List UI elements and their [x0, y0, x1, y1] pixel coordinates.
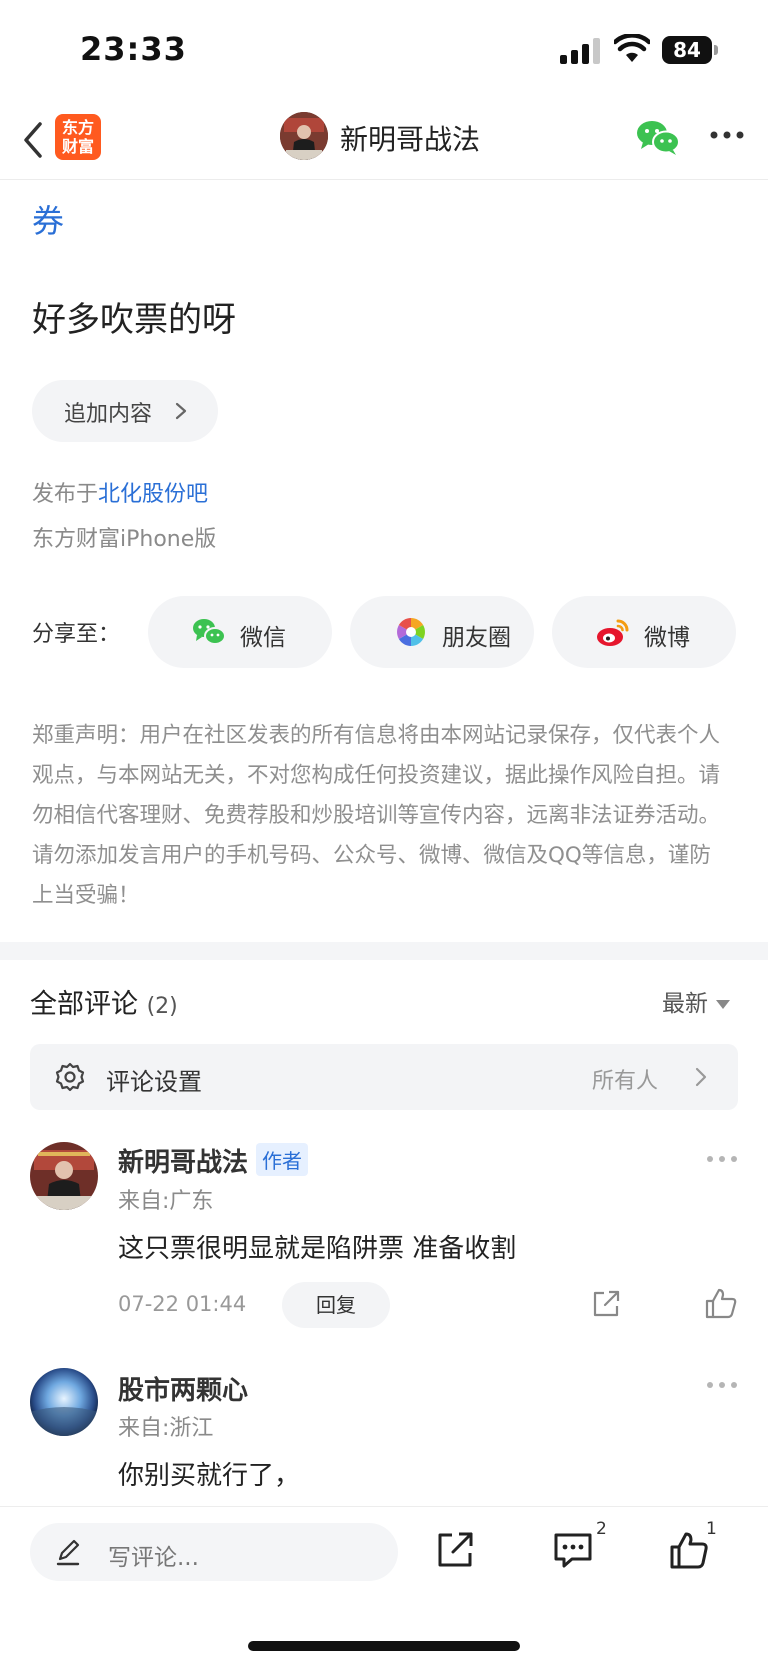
commenter-avatar[interactable] — [30, 1142, 98, 1210]
comment-text[interactable]: 这只票很明显就是陷阱票 准备收割 — [118, 1228, 516, 1265]
share-moments-label: 朋友圈 — [442, 625, 511, 651]
battery-level: 84 — [673, 38, 701, 62]
app-logo-line2: 财富 — [61, 137, 94, 156]
section-divider — [0, 942, 768, 960]
commenter-name-text: 新明哥战法 — [118, 1148, 249, 1178]
published-prefix: 发布于 — [32, 482, 99, 507]
battery-indicator: 84 — [662, 36, 718, 64]
thumbs-up-icon[interactable] — [704, 1286, 738, 1320]
share-moments-button[interactable]: 朋友圈 — [350, 596, 534, 668]
share-wechat-button[interactable]: 微信 — [148, 596, 332, 668]
comment-settings-row[interactable]: 评论设置 所有人 — [30, 1044, 738, 1110]
comment-compose-input[interactable]: 写评论... — [30, 1523, 398, 1581]
wifi-icon — [614, 34, 650, 62]
author-badge: 作者 — [256, 1143, 309, 1176]
commenter-name[interactable]: 新明哥战法 作者 — [118, 1142, 309, 1179]
avatar-illustration — [30, 1368, 98, 1436]
commenter-name[interactable]: 股市两颗心 — [118, 1370, 248, 1407]
cellular-signal-icon — [560, 38, 600, 64]
share-wechat-label: 微信 — [240, 625, 286, 651]
comment-more-icon[interactable] — [706, 1154, 738, 1164]
reply-button[interactable]: 回复 — [282, 1282, 390, 1328]
sort-value: 最新 — [662, 991, 708, 1017]
share-icon[interactable] — [434, 1529, 476, 1571]
compose-placeholder: 写评论... — [108, 1545, 199, 1571]
comment-settings-label: 评论设置 — [106, 1068, 202, 1096]
home-indicator — [248, 1641, 520, 1651]
comment-count-badge: 2 — [596, 1519, 607, 1539]
bottom-action-bar: 写评论... 2 1 — [0, 1506, 768, 1663]
pen-icon — [56, 1539, 80, 1566]
share-label: 分享至： — [32, 622, 121, 647]
status-time: 23:33 — [80, 30, 187, 68]
comment-icon[interactable] — [552, 1529, 594, 1571]
status-bar: 23:33 84 — [0, 0, 768, 100]
comment-more-icon[interactable] — [706, 1380, 738, 1390]
comments-heading-label: 全部评论 — [30, 989, 138, 1020]
commenter-location: 来自:广东 — [118, 1189, 214, 1214]
comment-text[interactable]: 你别买就行了， — [118, 1455, 300, 1492]
caret-down-icon — [716, 1000, 730, 1009]
share-icon[interactable] — [590, 1288, 622, 1320]
chevron-right-icon — [695, 1067, 707, 1087]
chevron-right-icon — [175, 402, 187, 420]
stock-bar-link[interactable]: 北化股份吧 — [98, 482, 208, 507]
nav-title: 新明哥战法 — [340, 123, 481, 156]
comment-settings-value: 所有人 — [592, 1069, 659, 1094]
author-avatar[interactable] — [280, 112, 328, 160]
commenter-location: 来自:浙江 — [118, 1416, 214, 1441]
share-weibo-button[interactable]: 微博 — [552, 596, 736, 668]
moments-icon — [397, 618, 425, 646]
disclaimer-text: 郑重声明：用户在社区发表的所有信息将由本网站记录保存，仅代表个人观点，与本网站无… — [32, 723, 721, 908]
wechat-icon[interactable] — [636, 118, 680, 156]
append-content-label: 追加内容 — [64, 402, 153, 427]
back-chevron-icon[interactable] — [18, 118, 48, 162]
app-logo[interactable]: 东方 财富 — [55, 114, 101, 160]
published-in: 发布于北化股份吧 — [32, 476, 208, 508]
comments-count: (2) — [146, 994, 178, 1019]
weibo-icon — [597, 619, 629, 646]
like-count-badge: 1 — [706, 1519, 717, 1539]
comments-heading: 全部评论 (2) — [30, 982, 178, 1021]
avatar-illustration — [30, 1142, 98, 1210]
gear-icon — [55, 1062, 85, 1092]
commenter-avatar[interactable] — [30, 1368, 98, 1436]
post-platform: 东方财富iPhone版 — [32, 527, 217, 552]
comment-time: 07-22 01:44 — [118, 1292, 247, 1316]
battery-cap — [714, 45, 718, 55]
avatar-illustration — [280, 112, 328, 160]
app-logo-line1: 东方 — [61, 118, 94, 137]
nav-bar: 东方 财富 新明哥战法 — [0, 100, 768, 180]
post-body: 好多吹票的呀 — [32, 300, 236, 340]
wechat-icon — [193, 619, 226, 645]
share-weibo-label: 微博 — [644, 625, 690, 651]
thumbs-up-icon[interactable] — [668, 1529, 710, 1571]
post-link-text-fragment[interactable]: 券 — [32, 196, 64, 242]
comments-sort-dropdown[interactable]: 最新 — [662, 984, 730, 1018]
append-content-button[interactable]: 追加内容 — [32, 380, 218, 442]
more-icon[interactable] — [710, 128, 744, 142]
